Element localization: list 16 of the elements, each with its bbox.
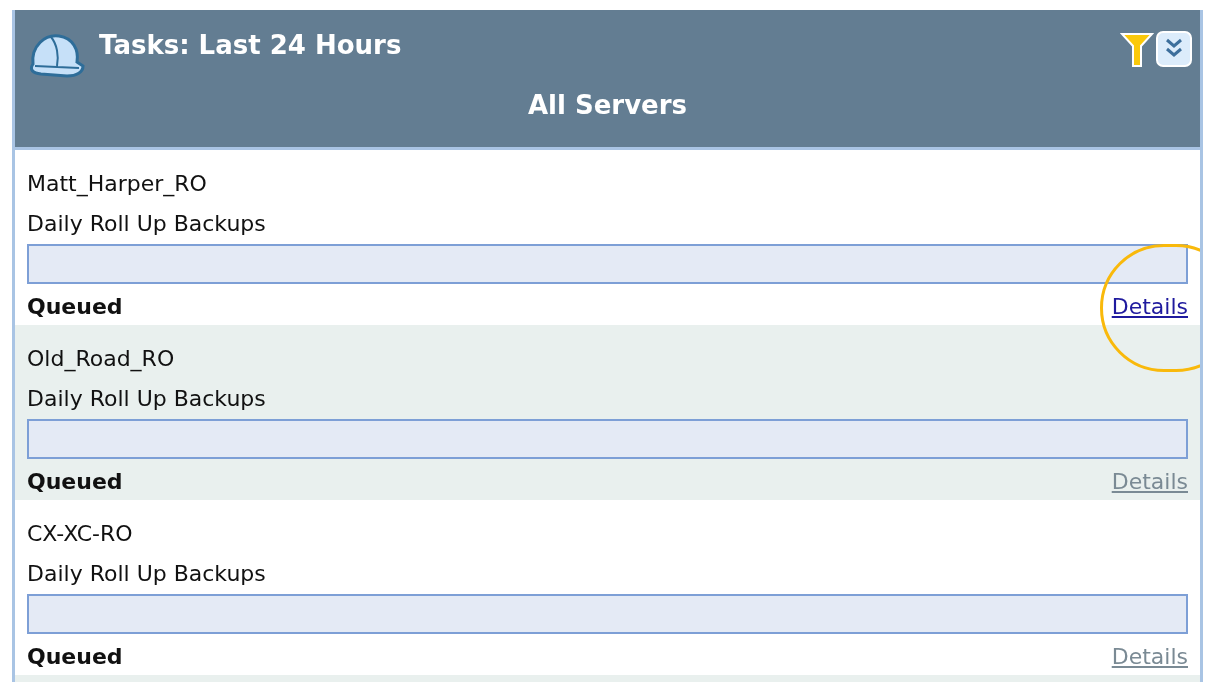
details-link[interactable]: Details (1111, 640, 1188, 673)
filter-icon[interactable] (1120, 32, 1154, 68)
details-link[interactable]: Details (1111, 465, 1188, 498)
job-name: Daily Roll Up Backups (27, 210, 267, 238)
status-label: Queued (27, 293, 123, 321)
status-label: Queued (27, 643, 123, 671)
panel-subtitle: All Servers (526, 92, 689, 118)
details-link[interactable]: Details (1111, 290, 1188, 323)
job-name: Daily Roll Up Backups (27, 560, 267, 588)
server-name: Old_Road_RO (27, 345, 176, 373)
panel-title: Tasks: Last 24 Hours (99, 32, 402, 58)
job-name: Daily Roll Up Backups (27, 385, 267, 413)
server-name: Matt_Harper_RO (27, 170, 208, 198)
server-name: CX-XC-RO (27, 520, 134, 548)
status-label: Queued (27, 468, 123, 496)
expand-icon[interactable] (1156, 31, 1192, 67)
